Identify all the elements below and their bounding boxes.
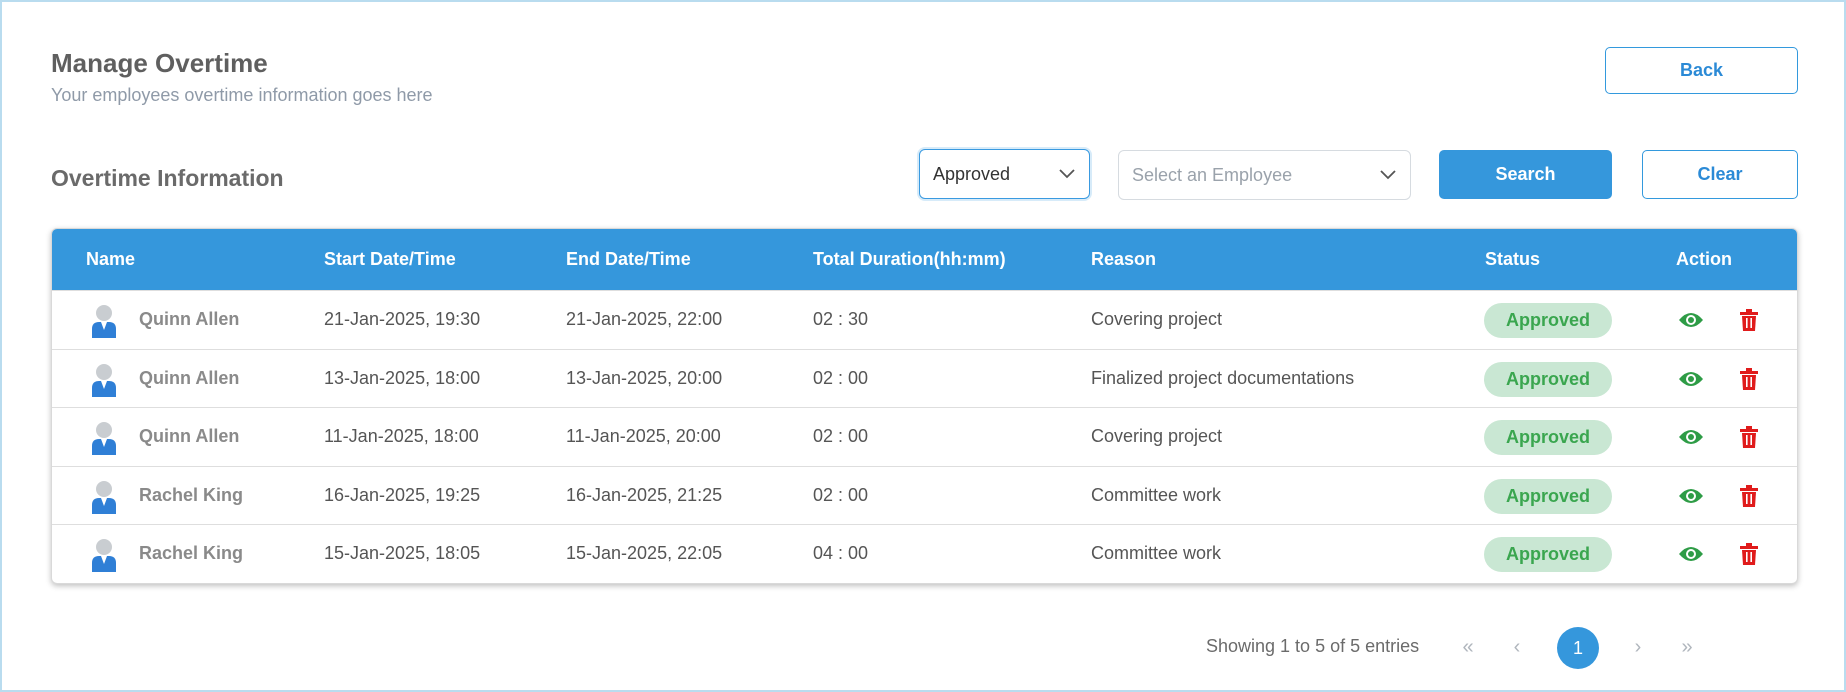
first-page-icon[interactable]: « — [1456, 629, 1480, 665]
reason: Committee work — [1091, 543, 1222, 564]
page-title: Manage Overtime — [51, 48, 268, 78]
column-header-status[interactable]: Status — [1485, 229, 1540, 290]
user-avatar-icon — [90, 538, 118, 572]
table-row: Rachel King 15-Jan-2025, 18:05 15-Jan-20… — [52, 524, 1797, 583]
end-datetime: 21-Jan-2025, 22:00 — [566, 309, 723, 330]
trash-icon[interactable] — [1736, 542, 1762, 566]
last-page-icon[interactable]: » — [1675, 629, 1699, 665]
status-badge: Approved — [1484, 303, 1612, 338]
employee-name: Rachel King — [139, 484, 244, 505]
pagination-info: Showing 1 to 5 of 5 entries — [1206, 636, 1420, 656]
table-header: Name Start Date/Time End Date/Time Total… — [52, 229, 1797, 290]
reason: Covering project — [1091, 426, 1223, 447]
status-badge: Approved — [1484, 537, 1612, 572]
total-duration: 04 : 00 — [813, 543, 869, 564]
back-button[interactable]: Back — [1605, 47, 1798, 94]
column-header-end[interactable]: End Date/Time — [566, 229, 691, 290]
reason: Covering project — [1091, 309, 1223, 330]
status-badge: Approved — [1484, 361, 1612, 397]
reason: Committee work — [1091, 484, 1222, 505]
start-datetime: 21-Jan-2025, 19:30 — [324, 309, 481, 330]
clear-button[interactable]: Clear — [1642, 150, 1798, 199]
end-datetime: 15-Jan-2025, 22:05 — [566, 543, 723, 564]
total-duration: 02 : 30 — [813, 309, 869, 330]
end-datetime: 16-Jan-2025, 21:25 — [566, 484, 723, 505]
column-header-reason[interactable]: Reason — [1091, 229, 1156, 290]
employee-name: Rachel King — [139, 543, 244, 564]
eye-icon[interactable] — [1678, 425, 1704, 449]
next-page-icon[interactable]: › — [1626, 629, 1650, 665]
page-subtitle: Your employees overtime information goes… — [51, 85, 433, 105]
column-header-action: Action — [1676, 249, 1732, 269]
table-row: Rachel King 16-Jan-2025, 19:25 16-Jan-20… — [52, 465, 1797, 525]
total-duration: 02 : 00 — [813, 367, 869, 388]
trash-icon[interactable] — [1736, 367, 1762, 391]
overtime-table: Name Start Date/Time End Date/Time Total… — [51, 228, 1798, 584]
employee-name: Quinn Allen — [139, 367, 240, 388]
eye-icon[interactable] — [1678, 308, 1704, 332]
start-datetime: 13-Jan-2025, 18:00 — [324, 367, 481, 388]
eye-icon[interactable] — [1678, 484, 1704, 508]
search-button[interactable]: Search — [1439, 150, 1612, 199]
status-filter-select[interactable]: Approved — [919, 149, 1090, 199]
column-header-duration[interactable]: Total Duration(hh:mm) — [813, 229, 1006, 290]
start-datetime: 11-Jan-2025, 18:00 — [324, 426, 479, 447]
start-datetime: 16-Jan-2025, 19:25 — [324, 484, 481, 505]
reason: Finalized project documentations — [1091, 367, 1355, 388]
previous-page-icon[interactable]: ‹ — [1505, 629, 1529, 665]
total-duration: 02 : 00 — [813, 484, 869, 505]
end-datetime: 13-Jan-2025, 20:00 — [566, 367, 723, 388]
page-number-button[interactable]: 1 — [1557, 627, 1599, 669]
eye-icon[interactable] — [1678, 367, 1704, 391]
employee-select[interactable]: Select an Employee — [1118, 150, 1411, 200]
table-row: Quinn Allen 21-Jan-2025, 19:30 21-Jan-20… — [52, 290, 1797, 349]
status-badge: Approved — [1484, 420, 1612, 455]
column-header-start[interactable]: Start Date/Time — [324, 229, 456, 290]
trash-icon[interactable] — [1736, 308, 1762, 332]
table-row: Quinn Allen 13-Jan-2025, 18:00 13-Jan-20… — [52, 348, 1797, 408]
end-datetime: 11-Jan-2025, 20:00 — [566, 426, 721, 447]
page-frame: Manage Overtime Your employees overtime … — [0, 0, 1846, 692]
trash-icon[interactable] — [1736, 425, 1762, 449]
chevron-down-icon — [1058, 165, 1076, 183]
eye-icon[interactable] — [1678, 542, 1704, 566]
total-duration: 02 : 00 — [813, 426, 869, 447]
table-row: Quinn Allen 11-Jan-2025, 18:00 11-Jan-20… — [52, 407, 1797, 466]
user-avatar-icon — [90, 304, 118, 338]
employee-select-placeholder: Select an Employee — [1132, 164, 1293, 185]
employee-name: Quinn Allen — [139, 426, 240, 447]
user-avatar-icon — [90, 480, 118, 514]
user-avatar-icon — [90, 363, 118, 397]
user-avatar-icon — [90, 421, 118, 455]
status-badge: Approved — [1484, 478, 1612, 514]
trash-icon[interactable] — [1736, 484, 1762, 508]
column-header-name[interactable]: Name — [86, 229, 135, 290]
chevron-down-icon — [1379, 166, 1397, 184]
start-datetime: 15-Jan-2025, 18:05 — [324, 543, 481, 564]
section-title: Overtime Information — [51, 165, 284, 191]
employee-name: Quinn Allen — [139, 309, 240, 330]
status-filter-value: Approved — [933, 163, 1011, 184]
